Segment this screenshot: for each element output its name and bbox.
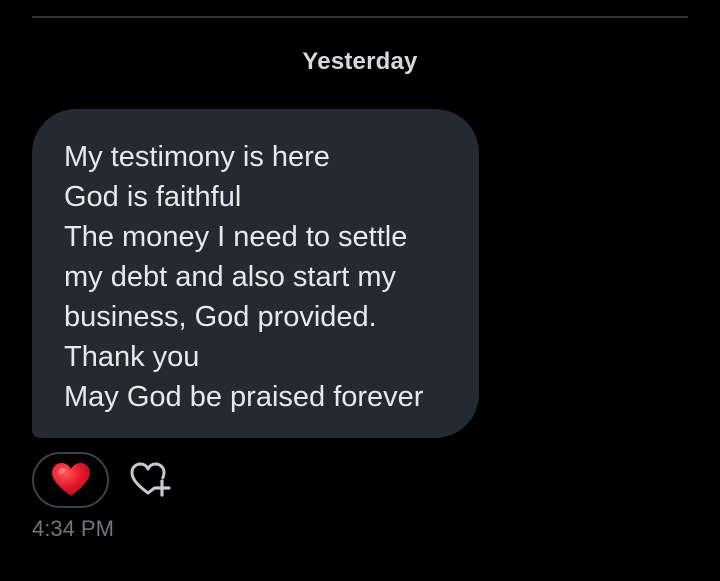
message-line: God is faithful: [64, 181, 242, 213]
red-heart-icon: [51, 463, 90, 496]
message-bubble[interactable]: My testimony is here God is faithful The…: [32, 109, 479, 438]
add-reaction-button[interactable]: [128, 457, 174, 503]
dm-conversation-screen: Yesterday My testimony is here God is fa…: [0, 0, 720, 581]
date-separator-label: Yesterday: [302, 48, 418, 75]
heart-plus-icon: [130, 462, 171, 497]
message-line: May God be praised forever: [64, 381, 424, 413]
message-line: Thank you: [64, 341, 200, 373]
top-divider: [32, 16, 688, 18]
message-line: business, God provided.: [64, 301, 377, 333]
message-line: my debt and also start my: [64, 261, 397, 293]
message-line: My testimony is here: [64, 141, 330, 173]
reaction-row: [32, 452, 174, 508]
message-timestamp: 4:34 PM: [32, 516, 114, 541]
date-separator: Yesterday: [0, 48, 720, 76]
heart-reaction-button[interactable]: [32, 452, 109, 508]
message-line: The money I need to settle: [64, 221, 408, 253]
